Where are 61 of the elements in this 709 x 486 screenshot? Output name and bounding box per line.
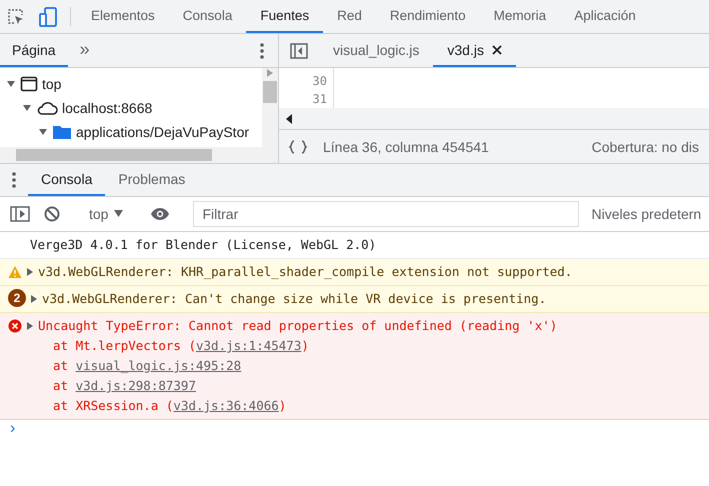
panel-tab[interactable]: Red xyxy=(323,0,376,33)
folder-icon xyxy=(52,124,72,140)
cloud-icon xyxy=(36,100,58,116)
tree-item[interactable]: top xyxy=(42,76,62,92)
close-icon[interactable] xyxy=(492,44,502,54)
warning-icon xyxy=(8,265,22,279)
context-selector[interactable]: top xyxy=(81,206,132,222)
file-tab[interactable]: visual_logic.js xyxy=(319,34,434,67)
more-tabs-button[interactable]: » xyxy=(68,34,102,67)
coverage-status: Cobertura: no dis xyxy=(592,138,699,154)
clear-console-icon[interactable] xyxy=(44,206,60,222)
cursor-position: Línea 36, columna 454541 xyxy=(323,138,489,154)
sidebar-toggle-icon[interactable] xyxy=(10,206,30,222)
inspect-icon[interactable] xyxy=(7,8,25,26)
source-link[interactable]: v3d.js:1:45473 xyxy=(196,338,302,353)
expand-arrow-icon[interactable] xyxy=(25,267,35,277)
stack-frame: at visual_logic.js:495:28 xyxy=(25,356,558,376)
line-number: 31 xyxy=(312,91,327,108)
horizontal-scrollbar[interactable] xyxy=(279,108,709,130)
panel-tab[interactable]: Elementos xyxy=(77,0,169,33)
panel-tab[interactable]: Aplicación xyxy=(560,0,650,33)
device-toolbar-icon[interactable] xyxy=(39,6,57,26)
expand-arrow-icon[interactable] xyxy=(29,294,39,304)
drawer-tab[interactable]: Problemas xyxy=(105,164,198,196)
stack-frame: at Mt.lerpVectors (v3d.js:1:45473) xyxy=(25,336,558,356)
source-link[interactable]: v3d.js:298:87397 xyxy=(76,378,196,393)
eye-icon[interactable] xyxy=(150,207,170,221)
sidebar-toggle-icon[interactable] xyxy=(290,42,308,58)
more-options-icon[interactable] xyxy=(260,42,264,58)
message-text: v3d.WebGLRenderer: KHR_parallel_shader_compile extension not supported. xyxy=(38,263,572,281)
line-number: 30 xyxy=(312,73,327,90)
window-icon xyxy=(20,76,38,92)
count-badge: 2 xyxy=(8,289,26,307)
panel-tab[interactable]: Memoria xyxy=(480,0,560,33)
expand-arrow-icon[interactable] xyxy=(25,321,35,331)
message-text: Uncaught TypeError: Cannot read properties of undefined (reading 'x') xyxy=(38,317,558,335)
source-link[interactable]: v3d.js:36:4066 xyxy=(173,398,279,413)
caret-icon xyxy=(114,210,124,218)
log-levels-dropdown[interactable]: Niveles predetern xyxy=(591,206,702,222)
horizontal-scrollbar[interactable] xyxy=(0,147,278,163)
stack-frame: at v3d.js:298:87397 xyxy=(25,376,558,396)
pretty-print-icon[interactable] xyxy=(289,140,307,154)
scroll-left-icon[interactable] xyxy=(285,114,293,124)
panel-tab[interactable]: Consola xyxy=(168,0,246,33)
panel-tab[interactable]: Rendimiento xyxy=(376,0,480,33)
vertical-scrollbar[interactable] xyxy=(262,68,278,147)
file-tab[interactable]: v3d.js xyxy=(433,34,516,67)
source-link[interactable]: visual_logic.js:495:28 xyxy=(76,358,242,373)
expand-arrow-icon[interactable] xyxy=(38,127,48,137)
navigator-tab[interactable]: Página xyxy=(0,34,68,67)
tree-item[interactable]: localhost:8668 xyxy=(62,100,152,116)
more-options-icon[interactable] xyxy=(12,172,16,188)
filter-field[interactable]: Filtrar xyxy=(193,201,580,227)
stack-frame: at XRSession.a (v3d.js:36:4066) xyxy=(25,396,558,416)
expand-arrow-icon[interactable] xyxy=(22,103,32,113)
expand-arrow-icon[interactable] xyxy=(6,79,16,89)
prompt-icon[interactable]: › xyxy=(0,418,26,439)
message-text: Verge3D 4.0.1 for Blender (License, WebGL 2.0) xyxy=(30,236,376,254)
message-text: v3d.WebGLRenderer: Can't change size while VR device is presenting. xyxy=(42,290,546,308)
tree-item[interactable]: applications/DejaVuPayStor xyxy=(76,124,250,140)
error-icon xyxy=(8,319,22,333)
